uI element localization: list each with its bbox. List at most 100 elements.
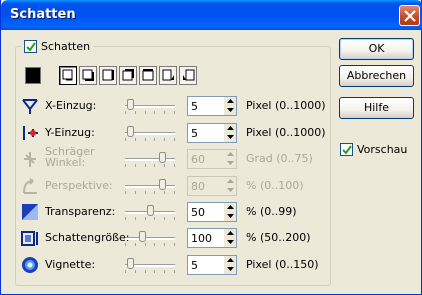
spin-up-button[interactable] bbox=[225, 97, 236, 106]
spin-arrows bbox=[224, 203, 236, 221]
spin-up-button bbox=[225, 150, 236, 159]
setting-value-input[interactable]: 5 bbox=[187, 255, 237, 275]
setting-slider[interactable] bbox=[125, 204, 175, 220]
setting-value-input[interactable]: 100 bbox=[187, 228, 237, 248]
shadow-dialog: Schatten Schatten X-Einzug: 5 Pixel (0..10… bbox=[0, 0, 422, 295]
slider-thumb[interactable] bbox=[139, 231, 146, 242]
spin-up-button[interactable] bbox=[225, 229, 236, 238]
preview-toggle[interactable]: Vorschau bbox=[340, 141, 407, 157]
setting-unit: Pixel (0..1000) bbox=[246, 99, 326, 112]
setting-unit: % (0..99) bbox=[246, 205, 297, 218]
setting-label: X-Einzug: bbox=[45, 99, 97, 112]
shadow-preset-bar bbox=[59, 66, 199, 87]
checkmark-icon bbox=[342, 144, 352, 155]
preset-shadow-top-right[interactable] bbox=[119, 66, 137, 85]
help-button[interactable]: Hilfe bbox=[339, 97, 414, 119]
preset-shadow-bottom-right[interactable] bbox=[79, 66, 97, 85]
setting-row: Vignette: 5 Pixel (0..150) bbox=[21, 254, 326, 276]
spin-up-button bbox=[225, 177, 236, 186]
slider-track bbox=[125, 158, 175, 161]
slider-ticks bbox=[125, 138, 175, 141]
setting-label: Schattengröße: bbox=[45, 231, 130, 244]
transparency-icon bbox=[22, 204, 38, 220]
slider-thumb[interactable] bbox=[127, 126, 134, 137]
setting-value: 5 bbox=[191, 127, 198, 140]
setting-unit: Pixel (0..150) bbox=[246, 258, 319, 271]
spin-up-button[interactable] bbox=[225, 203, 236, 212]
setting-unit: % (0..100) bbox=[246, 179, 304, 192]
slider-thumb[interactable] bbox=[147, 205, 154, 216]
slider-ticks bbox=[125, 111, 175, 114]
slider-thumb[interactable] bbox=[127, 258, 134, 269]
perspective-icon bbox=[23, 178, 37, 194]
spin-down-button bbox=[225, 159, 236, 168]
slider-ticks bbox=[125, 191, 175, 194]
slider-ticks bbox=[125, 164, 175, 167]
slider-ticks bbox=[125, 270, 175, 273]
shadow-color-swatch[interactable] bbox=[25, 67, 41, 84]
setting-label: Y-Einzug: bbox=[45, 126, 95, 139]
preset-shadow-perspective-left[interactable] bbox=[179, 66, 197, 85]
ok-button[interactable]: OK bbox=[339, 38, 414, 60]
preset-shadow-perspective-right[interactable] bbox=[159, 66, 177, 85]
setting-value: 80 bbox=[191, 180, 205, 193]
setting-value: 5 bbox=[191, 259, 198, 272]
arrow-up-icon bbox=[227, 179, 234, 183]
slider-ticks bbox=[125, 217, 175, 220]
cancel-button[interactable]: Abbrechen bbox=[339, 65, 414, 87]
spin-up-button[interactable] bbox=[225, 256, 236, 265]
preset-bottom-right-icon bbox=[82, 69, 94, 81]
shadow-enable-toggle[interactable]: Schatten bbox=[21, 38, 94, 54]
setting-slider[interactable] bbox=[125, 257, 175, 273]
title-bar: Schatten bbox=[1, 0, 422, 30]
close-button[interactable] bbox=[399, 5, 420, 26]
arrow-down-icon bbox=[227, 214, 234, 218]
setting-row: Schattengröße: 100 % (50..200) bbox=[21, 227, 326, 249]
spin-up-button[interactable] bbox=[225, 124, 236, 133]
spin-arrows bbox=[224, 97, 236, 115]
slider-thumb[interactable] bbox=[127, 99, 134, 110]
setting-slider bbox=[125, 151, 175, 167]
setting-label: Schräger Winkel: bbox=[45, 145, 95, 169]
setting-row: Perspektive: 80 % (0..100) bbox=[21, 175, 326, 197]
setting-unit: Pixel (0..1000) bbox=[246, 126, 326, 139]
arrow-up-icon bbox=[227, 205, 234, 209]
spin-down-button[interactable] bbox=[225, 265, 236, 274]
preset-shadow-top[interactable] bbox=[139, 66, 157, 85]
shadow-checkbox[interactable] bbox=[24, 39, 37, 53]
setting-value-input[interactable]: 50 bbox=[187, 202, 237, 222]
setting-value-input[interactable]: 5 bbox=[187, 123, 237, 143]
setting-slider[interactable] bbox=[125, 125, 175, 141]
spin-arrows bbox=[224, 150, 236, 168]
arrow-down-icon bbox=[227, 188, 234, 192]
setting-unit: Grad (0..75) bbox=[246, 152, 313, 165]
setting-slider[interactable] bbox=[125, 98, 175, 114]
spin-arrows bbox=[224, 124, 236, 142]
slider-track bbox=[125, 185, 175, 188]
preset-shadow-none[interactable] bbox=[59, 66, 77, 85]
preset-top-icon bbox=[142, 69, 154, 81]
spin-down-button[interactable] bbox=[225, 238, 236, 247]
preset-perspective-right-icon bbox=[162, 69, 174, 81]
preview-checkbox[interactable] bbox=[340, 142, 353, 156]
spin-down-button[interactable] bbox=[225, 212, 236, 221]
setting-value: 60 bbox=[191, 153, 205, 166]
spin-arrows bbox=[224, 229, 236, 247]
slider-track bbox=[125, 237, 175, 240]
shadow-size-icon bbox=[21, 231, 38, 246]
arrow-up-icon bbox=[227, 231, 234, 235]
spin-down-button[interactable] bbox=[225, 133, 236, 142]
setting-slider[interactable] bbox=[125, 230, 175, 246]
preset-shadow-right[interactable] bbox=[99, 66, 117, 85]
spin-down-button[interactable] bbox=[225, 106, 236, 115]
slider-thumb bbox=[159, 179, 166, 190]
setting-value-input[interactable]: 5 bbox=[187, 96, 237, 116]
setting-value: 100 bbox=[191, 232, 212, 245]
arrow-down-icon bbox=[227, 135, 234, 139]
arrow-down-icon bbox=[227, 108, 234, 112]
close-icon bbox=[404, 10, 416, 22]
y-offset-icon bbox=[23, 126, 38, 140]
x-offset-icon bbox=[22, 99, 38, 114]
setting-value: 5 bbox=[191, 100, 198, 113]
slider-ticks bbox=[125, 243, 175, 246]
